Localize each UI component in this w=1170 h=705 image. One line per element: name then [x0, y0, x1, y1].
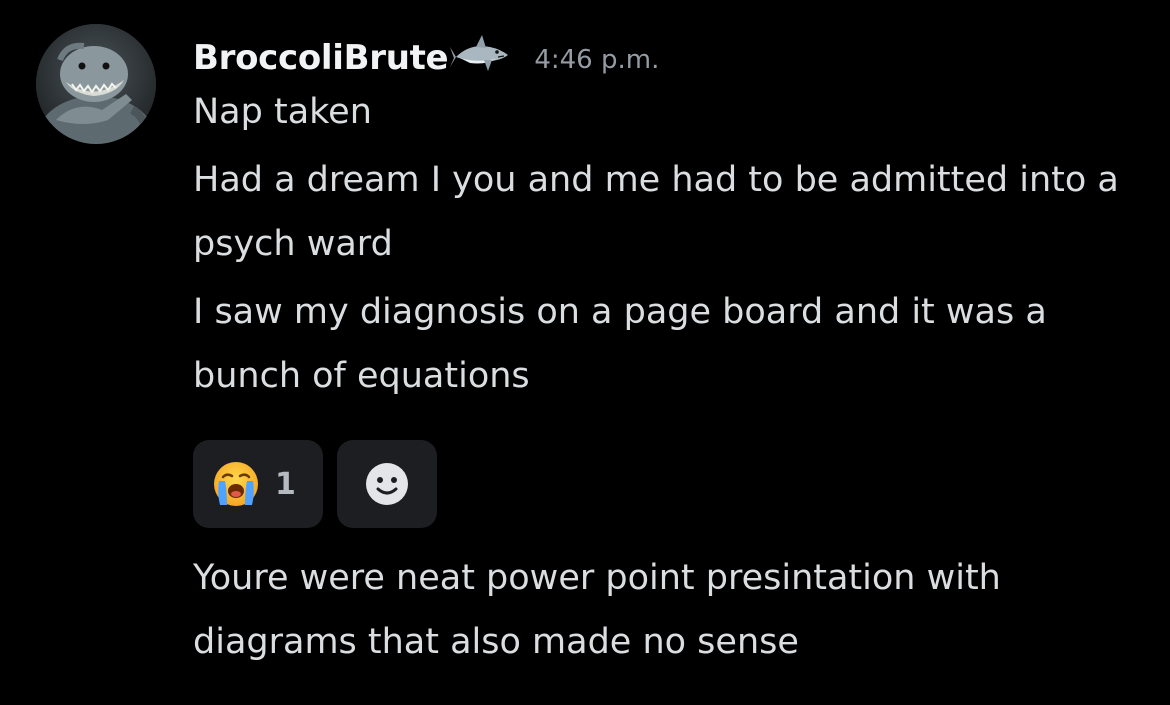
message-line-followup: Youre were neat power point presintation…: [193, 558, 1001, 662]
reactions-bar: 1: [193, 440, 1153, 528]
reaction-crying-face[interactable]: 1: [193, 440, 323, 528]
shark-character-avatar-icon: [36, 24, 156, 144]
message-line-3: I saw my diagnosis on a page board and i…: [193, 292, 1047, 396]
add-reaction-button[interactable]: [337, 440, 437, 528]
message-line-2: Had a dream I you and me had to be admit…: [193, 160, 1119, 264]
smiley-face-icon: [366, 463, 408, 505]
message-header: BroccoliBrute 4:46 p.m.: [193, 30, 1153, 86]
loudly-crying-face-emoji-icon: [214, 462, 258, 506]
message-content: BroccoliBrute 4:46 p.m. Nap taken Had a …: [193, 30, 1153, 674]
shark-icon: [450, 35, 509, 71]
message-line-1: Nap taken: [193, 92, 372, 132]
reaction-count: 1: [275, 466, 296, 502]
timestamp: 4:46 p.m.: [534, 45, 660, 75]
username[interactable]: BroccoliBrute: [193, 38, 449, 78]
avatar[interactable]: [36, 24, 156, 144]
